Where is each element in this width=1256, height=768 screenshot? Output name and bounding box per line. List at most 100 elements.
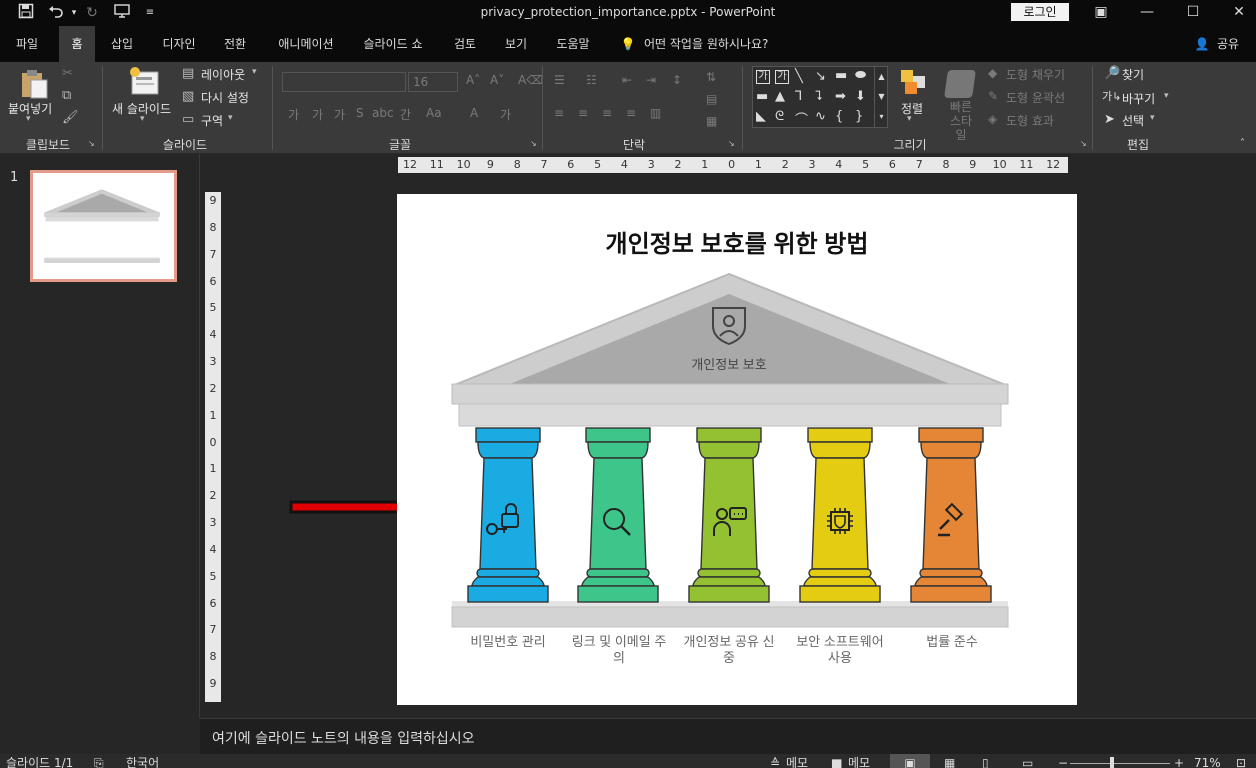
- shape-outline-button[interactable]: 도형 윤곽선: [1006, 89, 1065, 106]
- section-dropdown-icon[interactable]: ▾: [228, 113, 233, 123]
- shrink-font-icon[interactable]: A˅: [490, 73, 504, 87]
- align-center-icon[interactable]: ≡: [578, 106, 588, 120]
- shape-fill-button[interactable]: 도형 채우기: [1006, 66, 1065, 83]
- layout-dropdown-icon[interactable]: ▾: [252, 67, 257, 77]
- pillar-1[interactable]: [467, 427, 549, 603]
- fit-slide-icon[interactable]: ⊡: [1236, 754, 1246, 768]
- pillar-4[interactable]: [799, 427, 881, 603]
- highlight-icon[interactable]: 가: [500, 106, 511, 123]
- rounded-rect-icon[interactable]: ▬: [756, 89, 768, 104]
- shapes-gallery[interactable]: 가 가 ╲ ↘ ▬ ⬬ ▬ ▲ ⅂ ⮧ ➡ ⬇ ◣ ᘓ ⌒ ∿ { } ▲ ▼ ▾: [752, 66, 888, 128]
- smartart-icon[interactable]: ▦: [706, 114, 717, 128]
- find-button[interactable]: 찾기: [1122, 66, 1144, 83]
- zoom-slider[interactable]: [1070, 763, 1170, 764]
- shape-effects-button[interactable]: 도형 효과: [1006, 112, 1054, 129]
- slide-title[interactable]: 개인정보 보호를 위한 방법: [397, 224, 1077, 259]
- elbow-connector-icon[interactable]: ⅂: [795, 89, 802, 104]
- shadow-icon[interactable]: S: [356, 106, 364, 120]
- pillar-2[interactable]: [577, 427, 659, 603]
- paste-dropdown-icon[interactable]: ▾: [26, 114, 31, 124]
- reset-button[interactable]: 다시 설정: [201, 89, 249, 106]
- normal-view-icon[interactable]: ▣: [890, 754, 930, 768]
- line-spacing-icon[interactable]: ↕: [672, 73, 682, 87]
- vertical-text-box-icon[interactable]: 가: [775, 70, 789, 84]
- bold-icon[interactable]: 가: [288, 106, 299, 123]
- underline-icon[interactable]: 가: [334, 106, 345, 123]
- roof-label[interactable]: 개인정보 보호: [629, 354, 829, 373]
- oval-icon[interactable]: ⬬: [855, 68, 866, 83]
- clear-format-icon[interactable]: A⌫: [518, 73, 543, 87]
- select-dropdown-icon[interactable]: ▾: [1150, 113, 1155, 123]
- tell-me-box[interactable]: 어떤 작업을 원하시나요?: [644, 26, 804, 62]
- tab-slideshow[interactable]: 슬라이드 쇼: [356, 26, 430, 62]
- down-arrow-icon[interactable]: ⬇: [855, 89, 866, 104]
- quick-styles-icon[interactable]: [944, 70, 976, 98]
- copy-icon[interactable]: ⧉: [62, 88, 71, 103]
- numbering-icon[interactable]: ☷: [586, 73, 597, 87]
- format-painter-icon[interactable]: 🖌: [62, 110, 79, 125]
- change-case-icon[interactable]: Aa: [426, 106, 442, 120]
- increase-indent-icon[interactable]: ⇥: [646, 73, 656, 87]
- replace-dropdown-icon[interactable]: ▾: [1164, 91, 1169, 101]
- section-button[interactable]: 구역: [201, 112, 223, 129]
- pillar-3[interactable]: [688, 427, 770, 603]
- close-button[interactable]: ✕: [1216, 0, 1256, 26]
- layout-button[interactable]: 레이아웃: [201, 66, 245, 83]
- notes-pane[interactable]: 여기에 슬라이드 노트의 내용을 입력하십시오: [200, 718, 1256, 754]
- italic-icon[interactable]: 가: [312, 106, 323, 123]
- select-button[interactable]: 선택: [1122, 112, 1144, 129]
- slide-canvas[interactable]: 개인정보 보호를 위한 방법 개인정보 보호 비밀번호 관리 링크 및 이메일 …: [397, 194, 1077, 705]
- line-icon[interactable]: ╲: [795, 69, 803, 84]
- ribbon-display-options-icon[interactable]: ▣: [1078, 0, 1124, 26]
- tab-file[interactable]: 파일: [6, 26, 48, 62]
- arrow-line-icon[interactable]: ↘: [815, 69, 826, 84]
- justify-icon[interactable]: ≡: [626, 106, 636, 120]
- arrange-button[interactable]: 정렬: [901, 100, 923, 117]
- new-slide-icon[interactable]: [128, 66, 160, 96]
- arc-icon[interactable]: ⌒: [795, 109, 808, 128]
- triangle-icon[interactable]: ▲: [775, 89, 785, 104]
- pillar-label-5[interactable]: 법률 준수: [902, 634, 1002, 650]
- tab-insert[interactable]: 삽입: [104, 26, 140, 62]
- comments-button[interactable]: 메모: [848, 754, 870, 768]
- curve-icon[interactable]: ∿: [815, 109, 826, 124]
- elbow-arrow-icon[interactable]: ⮧: [815, 89, 823, 104]
- reading-view-icon[interactable]: ▯: [982, 754, 989, 768]
- paragraph-launcher-icon[interactable]: ↘: [728, 139, 735, 148]
- notes-toggle-button[interactable]: 메모: [786, 754, 808, 768]
- minimize-button[interactable]: —: [1124, 0, 1170, 26]
- slide-thumbnail[interactable]: [30, 170, 177, 282]
- spellcheck-icon[interactable]: ⎘: [94, 754, 104, 768]
- zoom-out-icon[interactable]: −: [1058, 754, 1068, 768]
- text-direction-icon[interactable]: ⇅: [706, 70, 716, 84]
- slideshow-view-icon[interactable]: ▭: [1022, 754, 1033, 768]
- tab-transitions[interactable]: 전환: [216, 26, 254, 62]
- clipboard-launcher-icon[interactable]: ↘: [88, 139, 95, 148]
- strikethrough-icon[interactable]: abc: [372, 106, 394, 120]
- tab-animations[interactable]: 애니메이션: [269, 26, 343, 62]
- notes-placeholder[interactable]: 여기에 슬라이드 노트의 내용을 입력하십시오: [212, 728, 475, 748]
- right-arrow-icon[interactable]: ➡: [835, 89, 846, 104]
- align-right-icon[interactable]: ≡: [602, 106, 612, 120]
- vertical-ruler[interactable]: 9 8 7 6 5 4 3 2 1 0 1 2 3 4 5 6 7 8 9: [205, 192, 221, 702]
- horizontal-ruler[interactable]: 12 11 10 9 8 7 6 5 4 3 2 1 0 1 2 3 4 5 6 7 8 9 10 11 12: [398, 157, 1068, 173]
- zoom-level[interactable]: 71%: [1194, 754, 1221, 768]
- tab-view[interactable]: 보기: [499, 26, 533, 62]
- arrange-icon[interactable]: [898, 68, 928, 98]
- paste-icon[interactable]: [18, 68, 50, 100]
- replace-button[interactable]: 바꾸기: [1122, 90, 1155, 107]
- share-button[interactable]: 공유: [1212, 26, 1244, 62]
- right-brace-icon[interactable]: }: [855, 109, 863, 124]
- align-text-icon[interactable]: ▤: [706, 92, 717, 106]
- quick-styles-button[interactable]: 빠른 스타일: [948, 100, 974, 142]
- font-size-box[interactable]: 16: [408, 72, 458, 92]
- collapse-ribbon-icon[interactable]: ˄: [1240, 138, 1245, 149]
- zoom-in-icon[interactable]: +: [1174, 754, 1184, 768]
- cut-icon[interactable]: ✂: [62, 66, 73, 81]
- bullets-icon[interactable]: ☰: [554, 73, 565, 87]
- pillar-label-4[interactable]: 보안 소프트웨어 사용: [791, 634, 889, 666]
- arrange-dropdown-icon[interactable]: ▾: [907, 114, 912, 124]
- left-brace-icon[interactable]: {: [835, 109, 843, 124]
- drawing-launcher-icon[interactable]: ↘: [1080, 139, 1087, 148]
- maximize-button[interactable]: ☐: [1170, 0, 1216, 26]
